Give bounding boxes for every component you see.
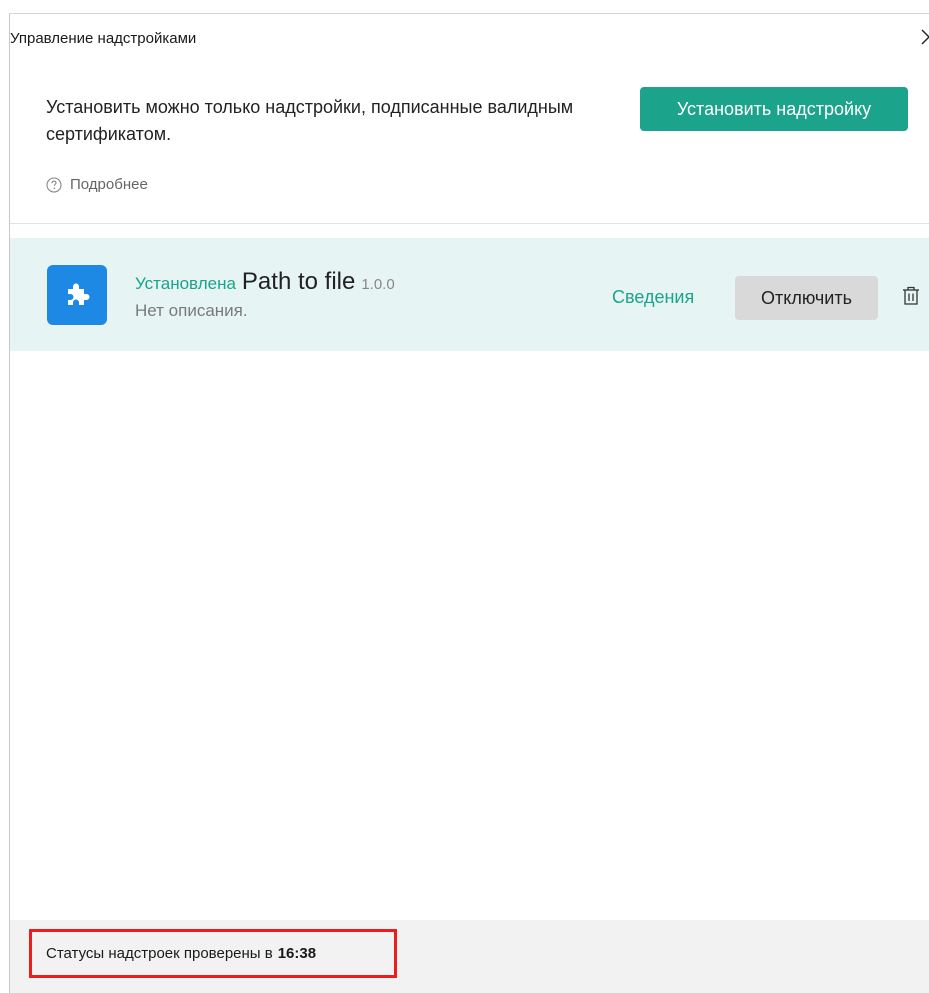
plugin-name: Path to file [241,268,356,295]
header-divider [10,223,929,224]
status-footer: Статусы надстроек проверены в 16:38 [10,920,929,993]
dialog-titlebar: Управление надстройками [10,14,929,64]
more-info-label: Подробнее [70,176,148,193]
plugin-disable-button[interactable]: Отключить [735,276,878,320]
certificate-info-text: Установить можно только надстройки, подп… [46,97,574,144]
plugin-row[interactable]: Установлена Path to file 1.0.0 Нет описани… [10,238,929,351]
install-addin-button[interactable]: Установить надстройку [640,87,908,131]
help-circle-icon [46,176,62,193]
trash-icon [903,286,919,305]
plugin-version: 1.0.0 [361,276,395,293]
addin-manager-dialog: Управление надстройками Установить можно… [9,13,929,993]
plugin-status: Установлена [135,274,236,293]
puzzle-piece-icon [47,265,107,325]
close-icon [921,29,929,45]
dialog-title: Управление надстройками [10,30,197,47]
status-check-text: Статусы надстроек проверены в [46,945,273,962]
plugin-details-link[interactable]: Сведения [612,287,694,308]
plugin-title-line: Установлена Path to file 1.0.0 [135,268,395,296]
plugin-delete-button[interactable] [900,284,922,308]
close-button[interactable] [916,24,929,50]
status-check-time: 16:38 [277,945,317,962]
more-info-link[interactable]: Подробнее [46,176,148,193]
plugin-description: Нет описания. [135,301,248,320]
status-check-annotation: Статусы надстроек проверены в 16:38 [29,929,397,978]
